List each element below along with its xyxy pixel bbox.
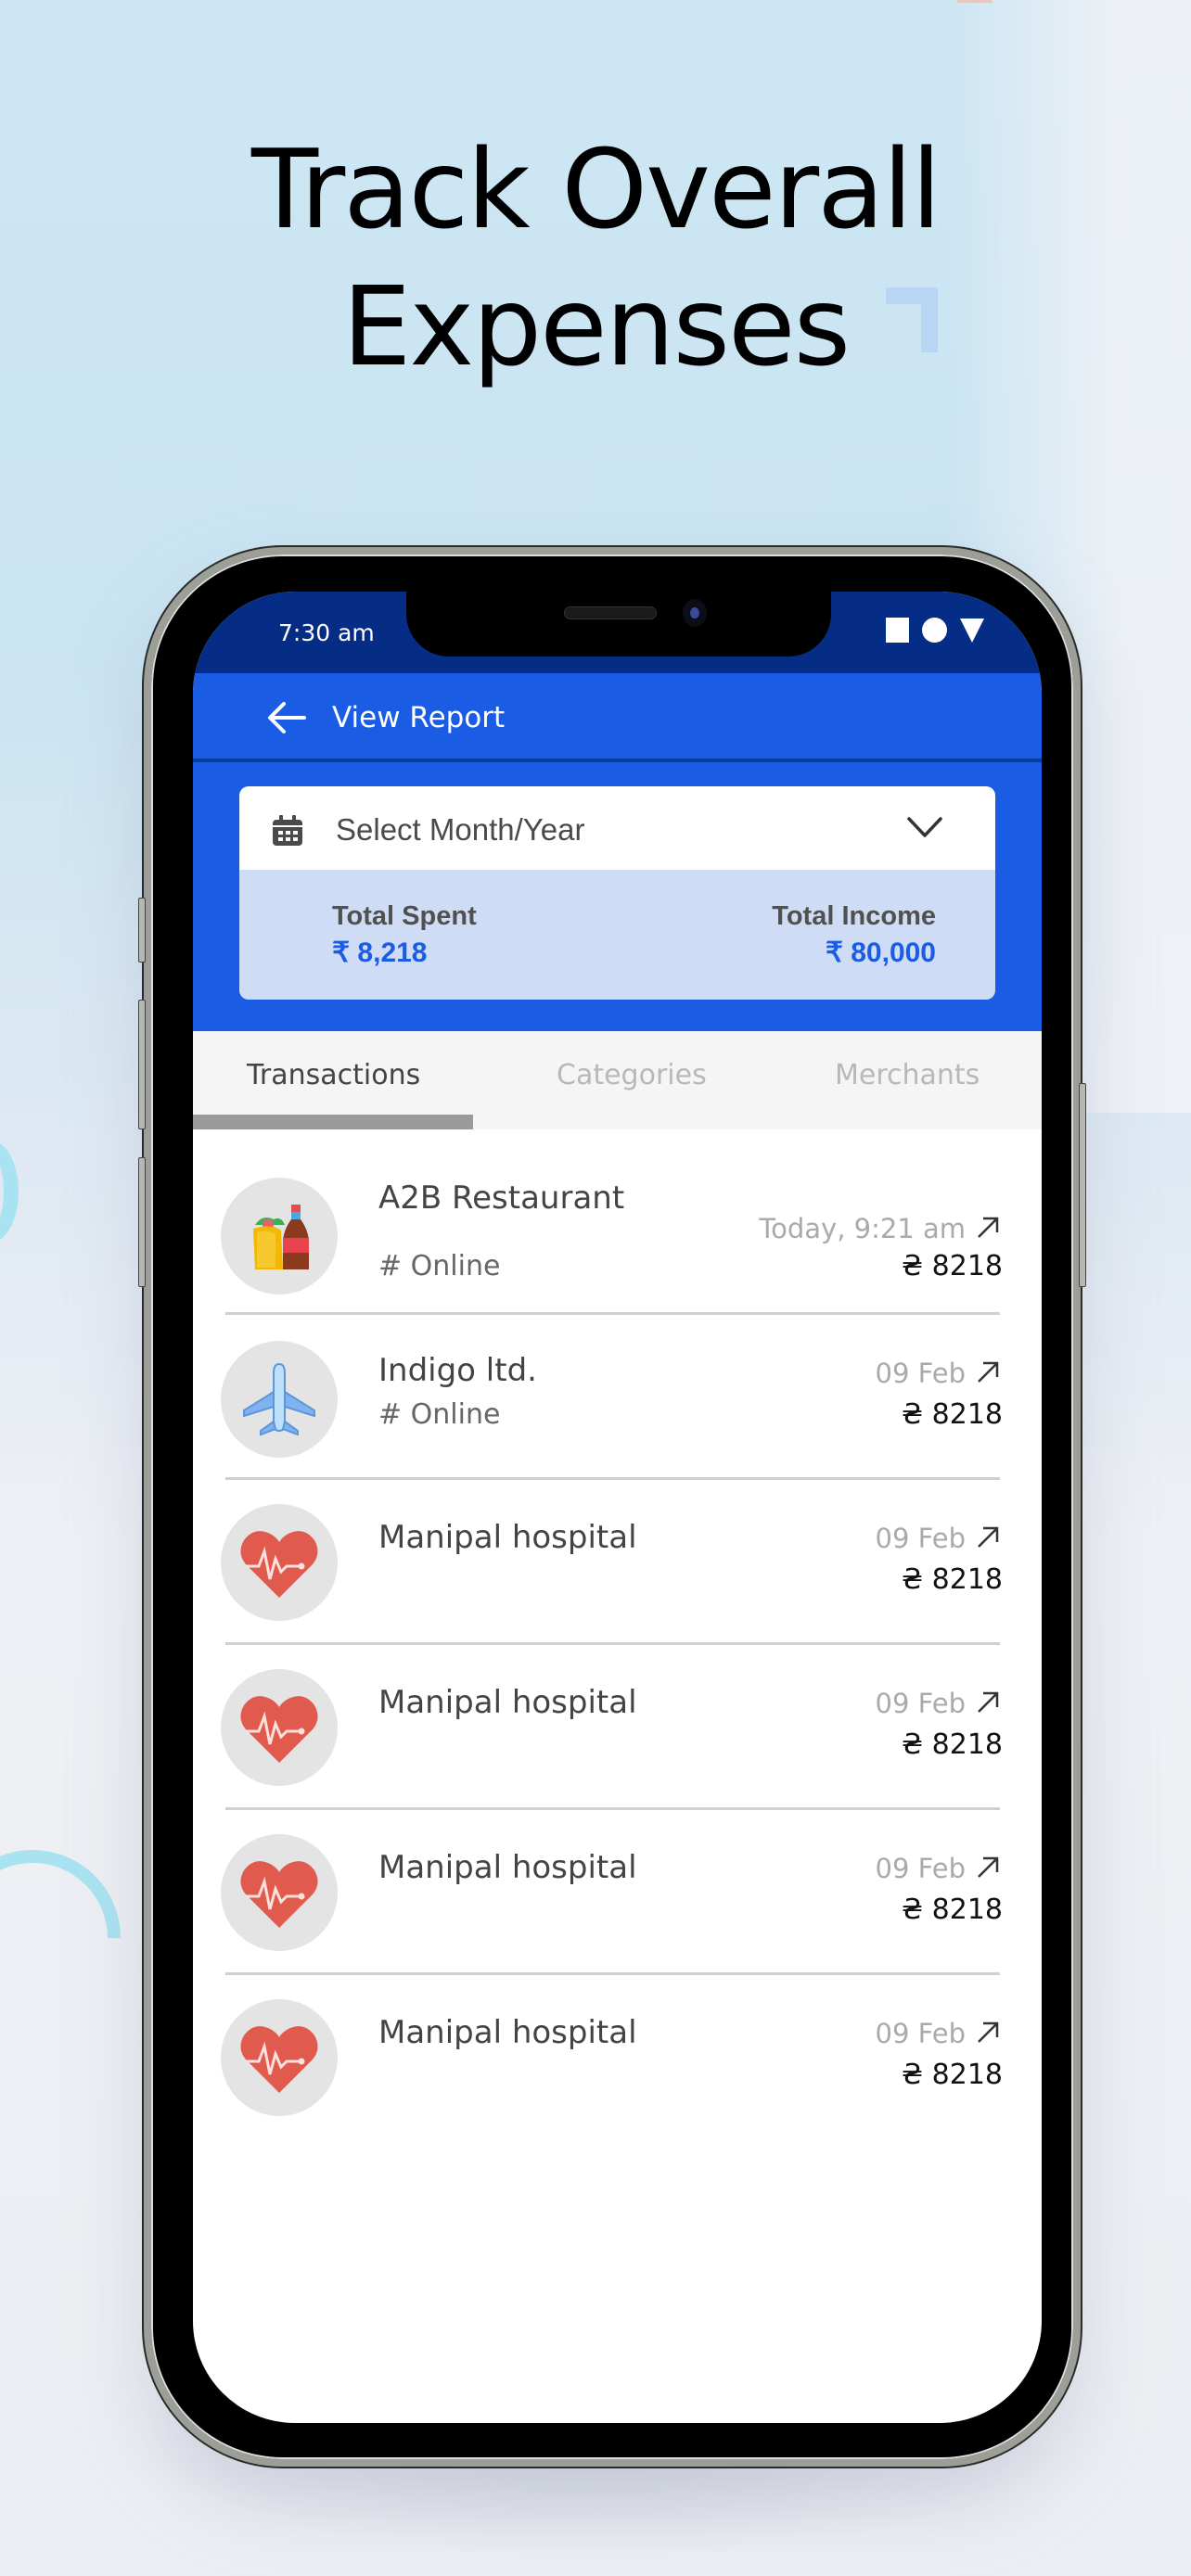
total-spent-value: ₹ 8,218 <box>332 937 428 968</box>
report-tabs: Transactions Categories Merchants <box>193 1031 1042 1129</box>
heart-pulse-icon <box>240 1696 318 1763</box>
active-tab-indicator <box>193 1115 473 1129</box>
month-year-select[interactable]: Select Month/Year <box>239 786 995 870</box>
headline-line-2: Expenses <box>341 262 851 390</box>
transaction-date: 09 Feb <box>875 1358 966 1389</box>
square-icon <box>886 618 909 643</box>
app-bar: View Report <box>193 673 1042 762</box>
phone-volume-down <box>138 1157 146 1287</box>
decorative-chip <box>957 0 992 3</box>
status-bar: 7:30 am <box>193 592 1042 673</box>
status-icons <box>886 618 984 643</box>
transaction-row[interactable]: Manipal hospital 09 Feb ₴ 8218 <box>193 1975 1042 2140</box>
transaction-avatar <box>221 1178 338 1294</box>
transaction-avatar <box>221 1834 338 1951</box>
transaction-date: 09 Feb <box>875 2018 966 2049</box>
transaction-row[interactable]: Indigo ltd. # Online 09 Feb ₴ 8218 <box>193 1315 1042 1480</box>
totals-summary: Total Spent ₹ 8,218 Total Income ₹ 80,00… <box>239 870 995 1000</box>
total-income-value: ₹ 80,000 <box>825 937 936 968</box>
transaction-amount: ₴ 8218 <box>901 1398 1003 1431</box>
app-screen: 7:30 am View Report Select Month/Year To… <box>193 592 1042 2423</box>
transaction-amount: ₴ 8218 <box>901 2059 1003 2091</box>
airplane-icon <box>243 1362 315 1436</box>
status-time: 7:30 am <box>278 619 375 646</box>
report-header: Select Month/Year Total Spent ₹ 8,218 To… <box>193 762 1042 1031</box>
transaction-amount: ₴ 8218 <box>901 1563 1003 1596</box>
transaction-amount: ₴ 8218 <box>901 1894 1003 1926</box>
phone-power-button <box>1079 1083 1086 1287</box>
calendar-icon <box>273 815 302 846</box>
heart-pulse-icon <box>240 1861 318 1928</box>
heart-pulse-icon <box>240 1531 318 1598</box>
transaction-date: 09 Feb <box>875 1853 966 1884</box>
arrow-up-right-icon <box>978 2021 999 2043</box>
transaction-row[interactable]: Manipal hospital 09 Feb ₴ 8218 <box>193 1480 1042 1645</box>
transaction-name: Manipal hospital <box>378 1849 637 1886</box>
transaction-amount: ₴ 8218 <box>901 1250 1003 1282</box>
page-title: View Report <box>332 701 506 734</box>
transaction-date: 09 Feb <box>875 1688 966 1719</box>
circle-icon <box>922 618 947 643</box>
transaction-amount: ₴ 8218 <box>901 1728 1003 1761</box>
transaction-row[interactable]: Manipal hospital 09 Feb ₴ 8218 <box>193 1810 1042 1975</box>
chevron-down-icon[interactable] <box>906 814 943 840</box>
decorative-ring <box>0 1141 19 1243</box>
transaction-tag: # Online <box>378 1250 501 1282</box>
total-spent-label: Total Spent <box>332 901 477 931</box>
heart-pulse-icon <box>240 2026 318 2093</box>
transaction-avatar <box>221 1669 338 1786</box>
transaction-date: 09 Feb <box>875 1523 966 1554</box>
transaction-row[interactable]: Manipal hospital 09 Feb ₴ 8218 <box>193 1645 1042 1810</box>
promo-headline: Track Overall Expenses <box>0 121 1191 395</box>
food-drink-icon <box>253 1205 309 1269</box>
speaker-grille <box>564 606 657 619</box>
phone-volume-up <box>138 1000 146 1129</box>
tab-transactions[interactable]: Transactions <box>247 1059 420 1091</box>
decorative-arc <box>0 1813 158 2063</box>
tab-merchants[interactable]: Merchants <box>835 1059 980 1091</box>
transaction-avatar <box>221 1999 338 2116</box>
total-income-label: Total Income <box>772 901 936 931</box>
headline-line-1: Track Overall <box>251 125 941 253</box>
phone-mute-switch <box>138 898 146 963</box>
phone-frame: 7:30 am View Report Select Month/Year To… <box>138 547 1086 2467</box>
arrow-up-right-icon <box>978 1526 999 1548</box>
arrow-up-right-icon <box>978 1856 999 1878</box>
transaction-name: Manipal hospital <box>378 1519 637 1556</box>
arrow-up-right-icon <box>978 1217 999 1238</box>
transaction-tag: # Online <box>378 1398 501 1431</box>
transaction-avatar <box>221 1341 338 1458</box>
month-year-placeholder: Select Month/Year <box>336 812 585 847</box>
transaction-avatar <box>221 1504 338 1621</box>
transaction-name: Manipal hospital <box>378 1684 637 1721</box>
arrow-left-icon[interactable] <box>267 701 306 734</box>
front-camera <box>683 599 707 627</box>
transaction-name: Indigo ltd. <box>378 1352 537 1389</box>
tab-categories[interactable]: Categories <box>557 1059 707 1091</box>
transaction-row[interactable]: A2B Restaurant # Online Today, 9:21 am ₴… <box>193 1129 1042 1315</box>
transaction-name: Manipal hospital <box>378 2014 637 2051</box>
transaction-name: A2B Restaurant <box>378 1180 625 1217</box>
transaction-list: A2B Restaurant # Online Today, 9:21 am ₴… <box>193 1129 1042 2140</box>
arrow-up-right-icon <box>978 1691 999 1713</box>
arrow-up-right-icon <box>978 1361 999 1383</box>
camera-notch <box>406 592 831 657</box>
transaction-date: Today, 9:21 am <box>759 1213 966 1244</box>
triangle-icon <box>960 618 984 643</box>
